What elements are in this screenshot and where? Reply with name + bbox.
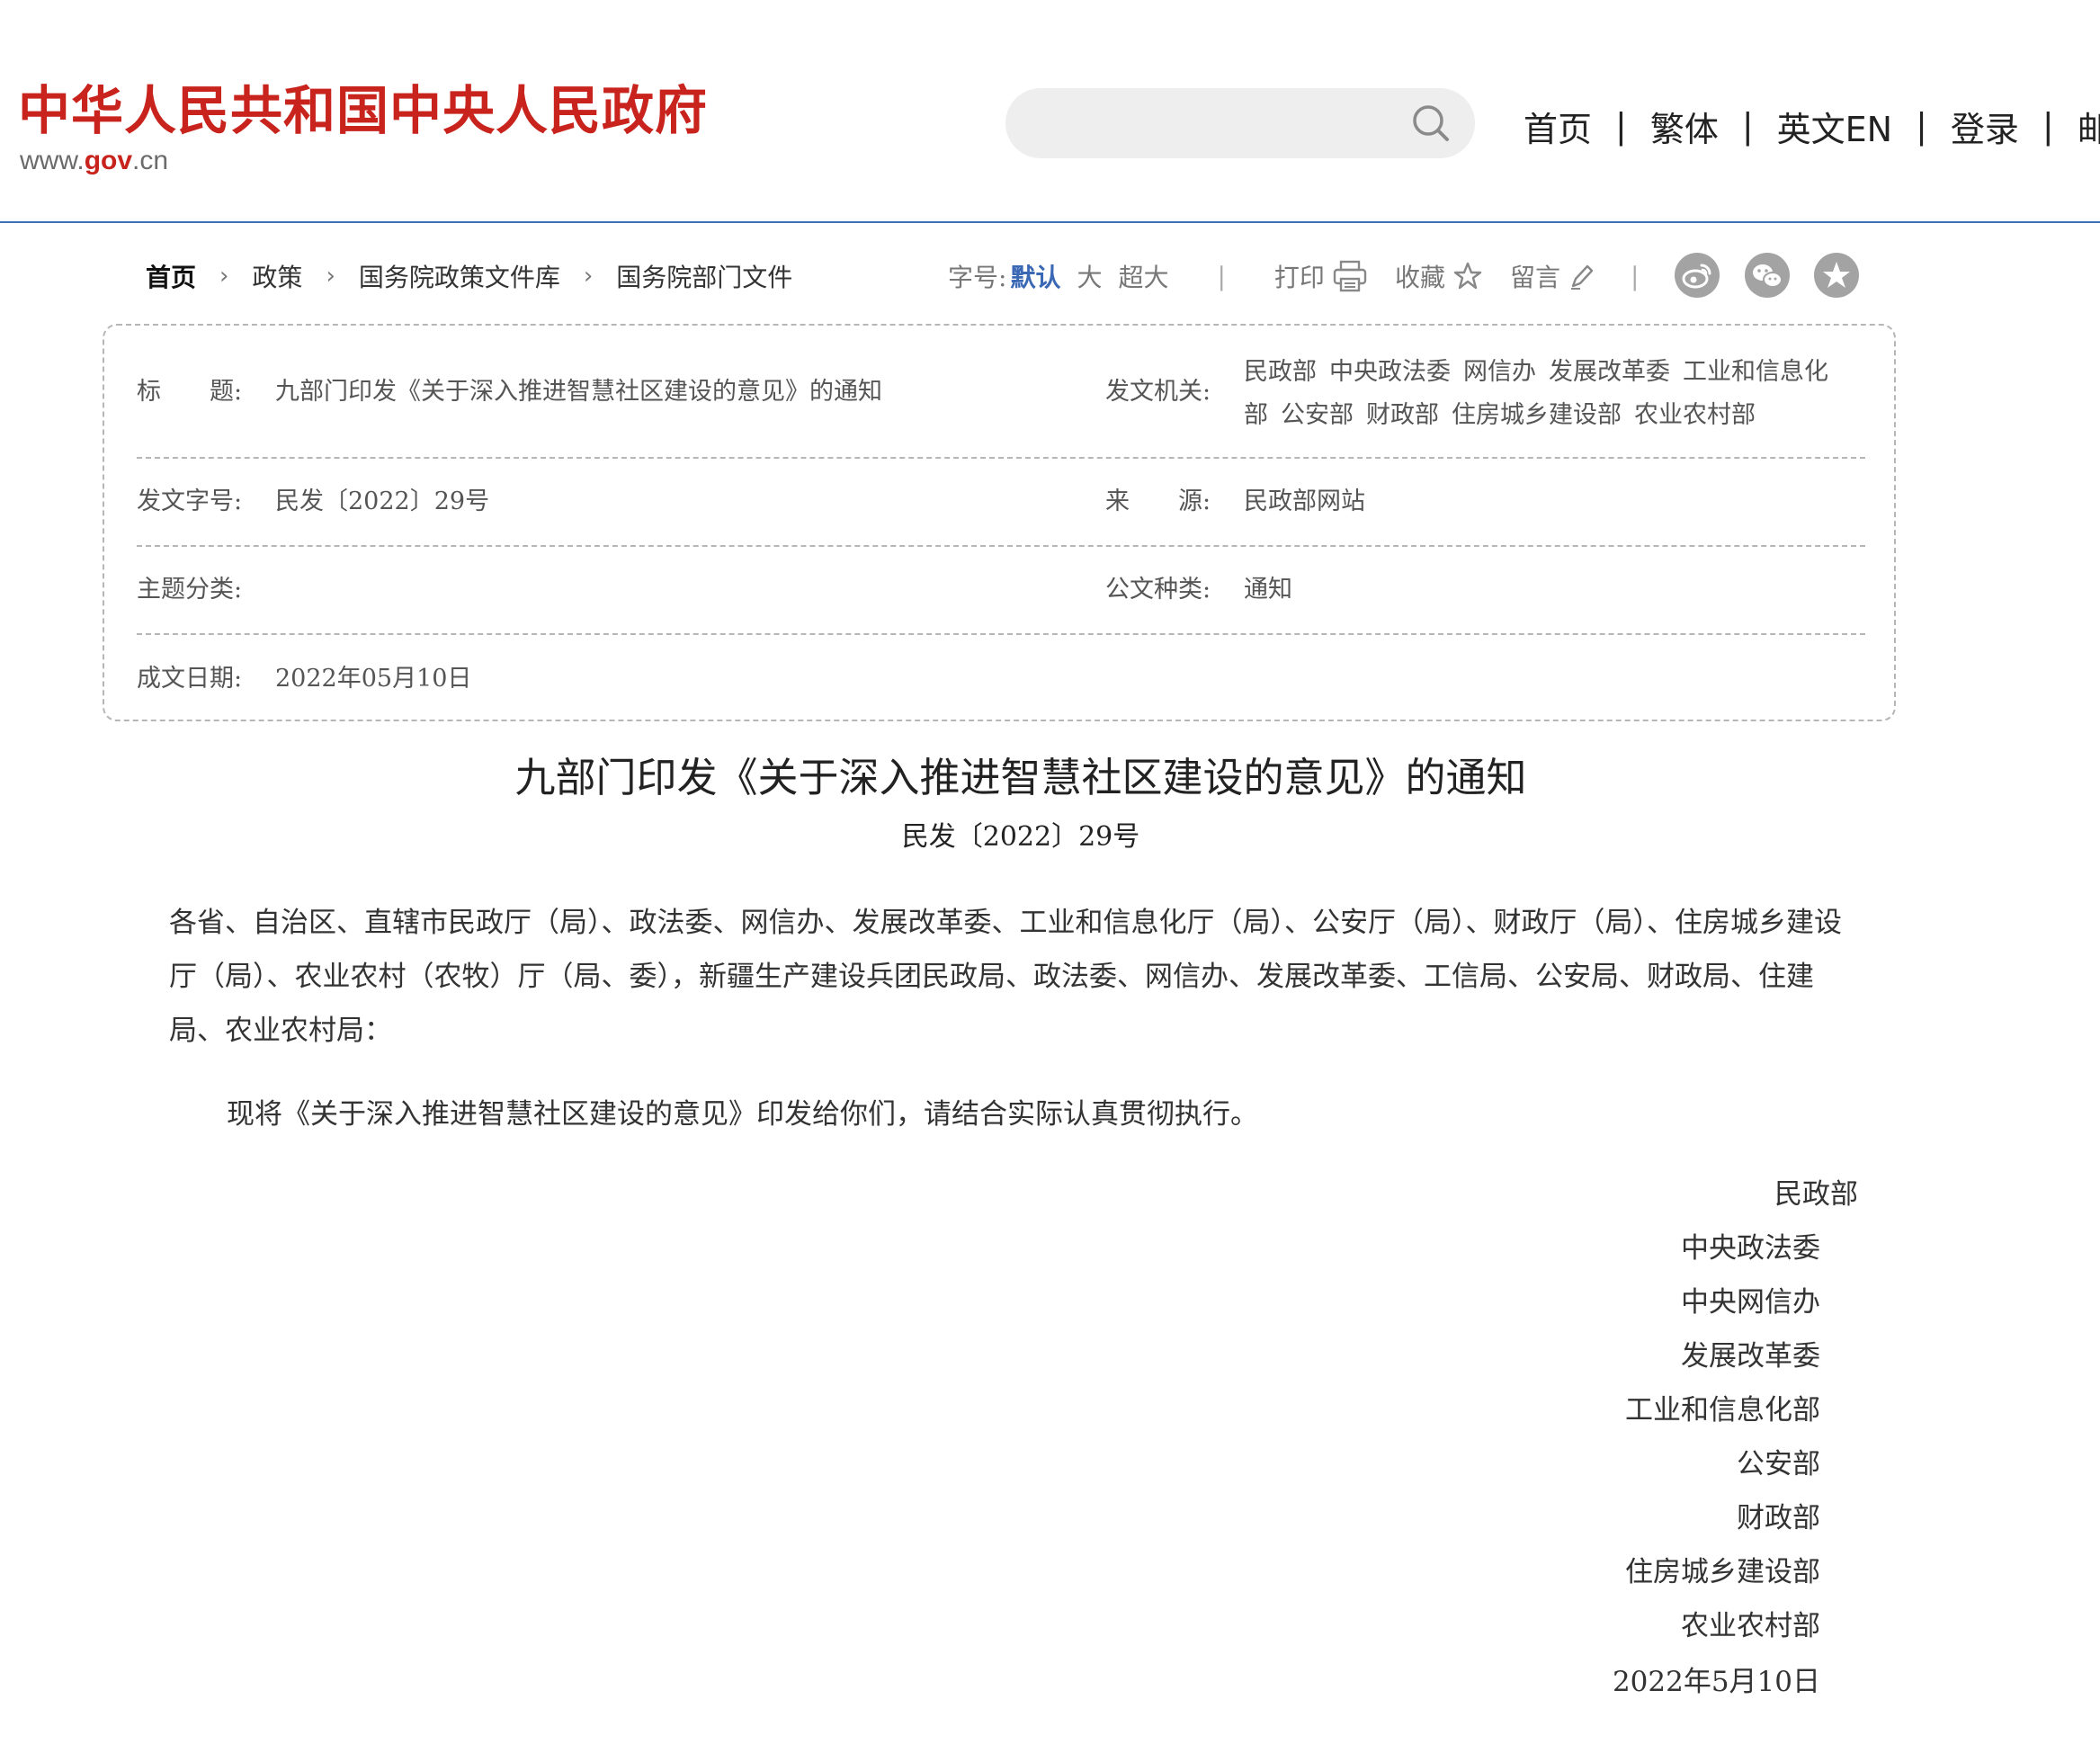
issuer-item: 财政部 xyxy=(1366,401,1439,429)
logo-url-gov: gov xyxy=(84,146,133,175)
weibo-share-button[interactable] xyxy=(1675,253,1720,298)
font-size-default[interactable]: 默认 xyxy=(1010,258,1060,294)
info-source-label: 来 源: xyxy=(1105,487,1211,515)
chevron-right-icon: › xyxy=(326,263,335,290)
favorite-button[interactable]: 收藏 xyxy=(1395,258,1483,294)
signatory: 中央网信办 xyxy=(1681,1286,1820,1319)
info-source-value: 民政部网站 xyxy=(1244,487,1365,515)
toolbar-divider: | xyxy=(1630,261,1640,291)
info-divider xyxy=(137,633,1865,635)
nav-separator: | xyxy=(1741,106,1754,146)
search-box xyxy=(1005,88,1475,158)
issuer-item: 中央政法委 xyxy=(1329,358,1451,386)
printer-icon xyxy=(1333,260,1367,292)
info-title-value: 九部门印发《关于深入推进智慧社区建设的意见》的通知 xyxy=(275,378,882,406)
article-body: 现将《关于深入推进智慧社区建设的意见》印发给你们，请结合实际认真贯彻执行。 xyxy=(227,1098,1258,1131)
favorite-label: 收藏 xyxy=(1394,263,1445,292)
print-button[interactable]: 打印 xyxy=(1274,258,1368,294)
logo-url-suffix: .cn xyxy=(132,146,169,175)
info-title-label: 标 题: xyxy=(137,378,243,406)
issuer-item: 农业农村部 xyxy=(1634,401,1756,429)
site-logo-url[interactable]: www.gov.cn xyxy=(20,146,168,176)
info-doc-type-value: 通知 xyxy=(1244,576,1292,604)
search-input[interactable] xyxy=(1032,101,1396,148)
article-salutation: 各省、自治区、直辖市民政厅（局）、政法委、网信办、发展改革委、工业和信息化厅（局… xyxy=(169,907,1842,1047)
comment-button[interactable]: 留言 xyxy=(1510,258,1595,294)
search-icon[interactable] xyxy=(1408,101,1453,146)
signatory: 财政部 xyxy=(1737,1502,1820,1534)
pencil-icon xyxy=(1570,264,1594,290)
signatory: 民政部 xyxy=(1774,1178,1858,1211)
wechat-share-button[interactable] xyxy=(1745,253,1790,298)
breadcrumb-department-docs[interactable]: 国务院部门文件 xyxy=(616,258,792,294)
article-toolbar: 字号: 默认 大 超大 | 打印 收藏 留言 | xyxy=(948,256,1687,296)
star-outline-icon xyxy=(1453,262,1482,290)
issuer-item: 网信办 xyxy=(1463,358,1536,386)
logo-url-prefix: www. xyxy=(20,146,85,175)
nav-login[interactable]: 登录 xyxy=(1951,102,2019,151)
breadcrumb: 首页 › 政策 › 国务院政策文件库 › 国务院部门文件 xyxy=(146,256,792,296)
info-issuer-label: 发文机关: xyxy=(1105,378,1211,406)
nav-separator: | xyxy=(1615,106,1627,146)
nav-home[interactable]: 首页 xyxy=(1524,102,1592,151)
info-doc-number-value: 民发〔2022〕29号 xyxy=(275,487,490,515)
chevron-right-icon: › xyxy=(583,263,594,290)
breadcrumb-policy[interactable]: 政策 xyxy=(252,258,302,294)
info-divider xyxy=(137,457,1865,459)
nav-mailbox[interactable]: 邮箱 xyxy=(2078,102,2100,151)
signatory-list: 民政部 中央政法委 中央网信办 发展改革委 工业和信息化部 公安部 财政部 住房… xyxy=(1439,1167,1858,1653)
comment-label: 留言 xyxy=(1509,263,1560,292)
signatory: 中央政法委 xyxy=(1681,1232,1820,1265)
print-label: 打印 xyxy=(1273,263,1325,292)
toolbar-divider: | xyxy=(1217,261,1226,291)
favorite-share-button[interactable] xyxy=(1814,253,1859,298)
signatory: 工业和信息化部 xyxy=(1625,1394,1820,1427)
info-date-label: 成文日期: xyxy=(137,665,243,693)
nav-separator: | xyxy=(2042,106,2054,146)
signatory: 农业农村部 xyxy=(1681,1610,1820,1642)
star-icon xyxy=(1823,262,1850,288)
issuer-item: 发展改革委 xyxy=(1549,358,1670,386)
nav-english[interactable]: 英文EN xyxy=(1777,102,1892,151)
weibo-icon xyxy=(1682,264,1711,289)
issuer-item: 民政部 xyxy=(1244,358,1317,386)
info-date-value: 2022年05月10日 xyxy=(275,665,472,693)
site-logo-title[interactable]: 中华人民共和国中央人民政府 xyxy=(18,79,728,142)
top-nav: 首页 | 繁体 | 英文EN | 登录 | 邮箱 xyxy=(1524,101,2100,151)
breadcrumb-home[interactable]: 首页 xyxy=(146,258,196,294)
issuer-item: 住房城乡建设部 xyxy=(1452,401,1622,429)
wechat-icon xyxy=(1753,264,1783,288)
header-divider xyxy=(0,221,2100,223)
article-title: 九部门印发《关于深入推进智慧社区建设的意见》的通知 xyxy=(514,754,1527,801)
issuer-item: 公安部 xyxy=(1281,401,1354,429)
signatory: 发展改革委 xyxy=(1681,1340,1820,1373)
font-size-large[interactable]: 大 xyxy=(1077,258,1102,294)
nav-separator: | xyxy=(1916,106,1927,146)
chevron-right-icon: › xyxy=(219,263,229,290)
info-doc-number-label: 发文字号: xyxy=(137,487,243,515)
signature-date: 2022年5月10日 xyxy=(1612,1666,1820,1698)
breadcrumb-policy-library[interactable]: 国务院政策文件库 xyxy=(359,258,560,294)
info-doc-type-label: 公文种类: xyxy=(1105,576,1211,604)
signatory: 住房城乡建设部 xyxy=(1625,1556,1820,1588)
info-divider xyxy=(137,545,1865,547)
info-issuer-value: 民政部 中央政法委 网信办 发展改革委 工业和信息化部 公安部 财政部 住房城乡建设部 农业农村… xyxy=(1244,351,1864,437)
nav-traditional[interactable]: 繁体 xyxy=(1650,102,1719,151)
font-size-xlarge[interactable]: 超大 xyxy=(1118,258,1168,294)
font-size-label: 字号: xyxy=(948,263,1007,292)
info-topic-label: 主题分类: xyxy=(137,576,243,604)
article-doc-number: 民发〔2022〕29号 xyxy=(901,821,1140,853)
signatory: 公安部 xyxy=(1737,1448,1820,1480)
